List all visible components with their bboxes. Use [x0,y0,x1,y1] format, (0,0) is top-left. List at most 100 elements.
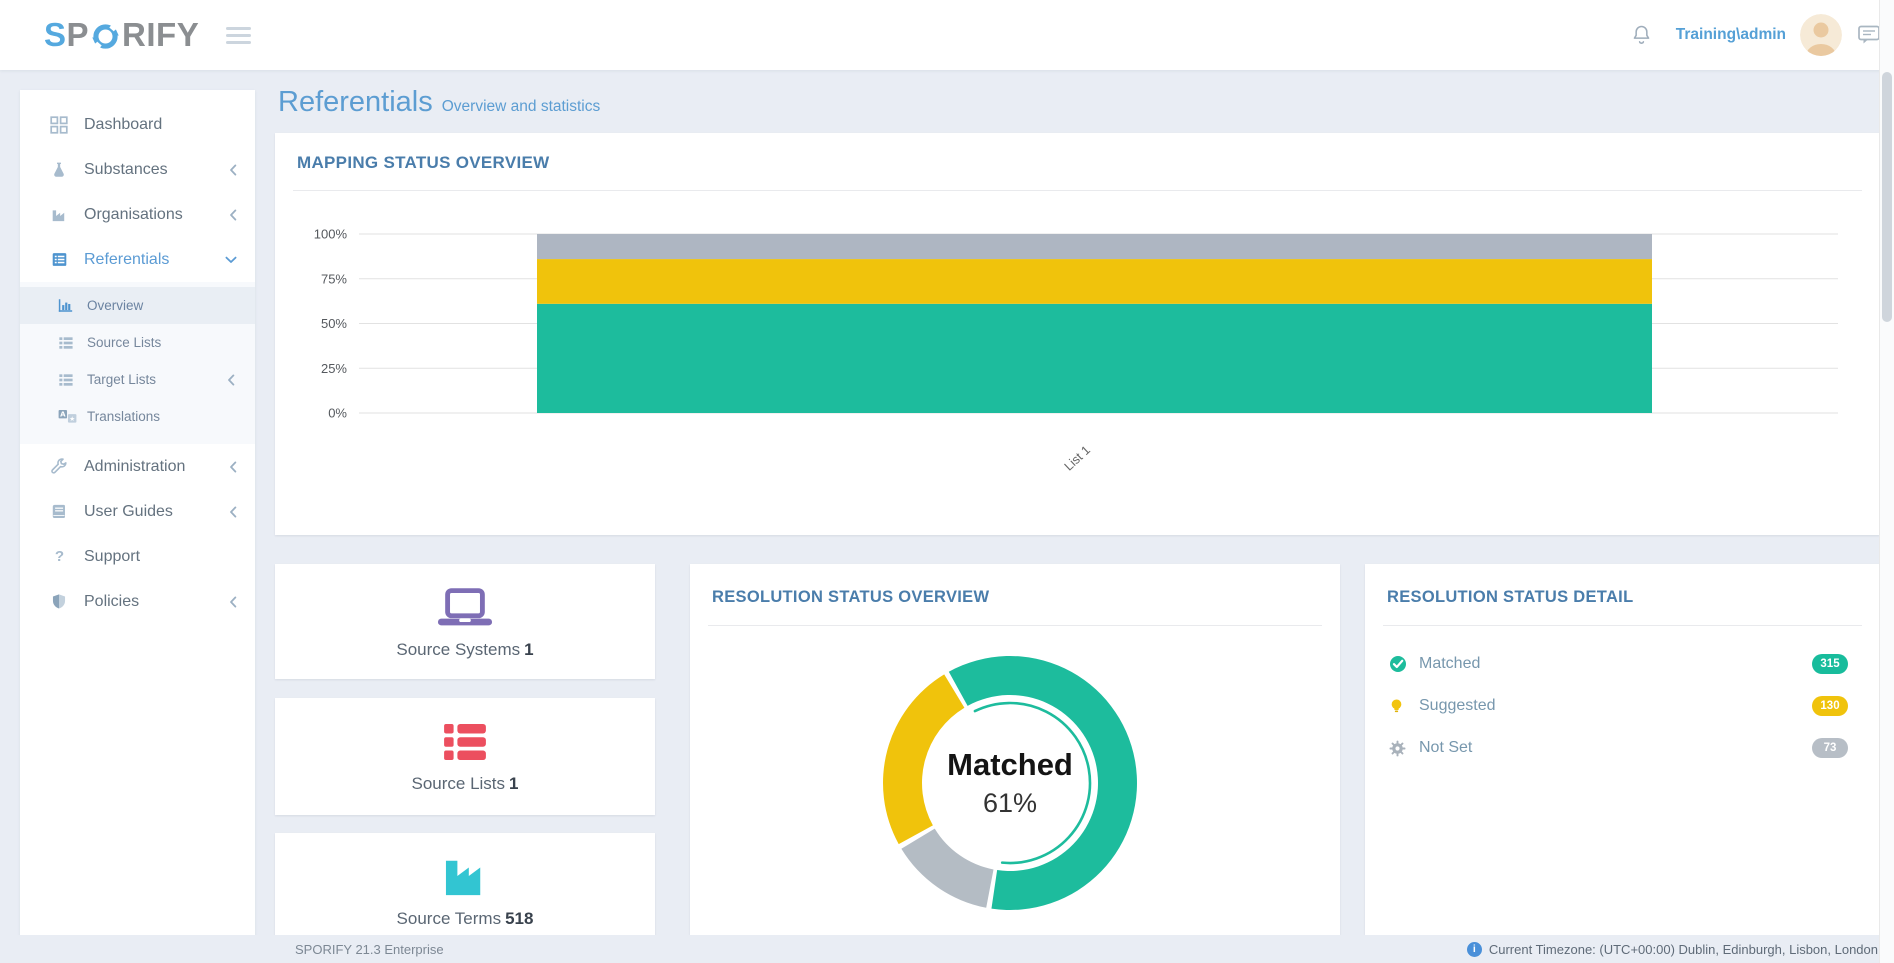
shield-icon [48,593,70,610]
sidebar: Dashboard Substances Organisations Referent… [20,90,255,963]
card-label: Source Lists1 [275,774,655,794]
sidebar-item-translations[interactable]: A★Translations [20,398,255,435]
sidebar-item-organisations[interactable]: Organisations [20,192,255,237]
resolution-detail-title: RESOLUTION STATUS DETAIL [1387,588,1633,607]
svg-text:0%: 0% [328,406,347,421]
sidebar-item-target-lists[interactable]: Target Lists [20,361,255,398]
card-value: 1 [509,774,518,793]
detail-label: Suggested [1419,697,1496,715]
app-version: SPORIFY 21.3 Enterprise [295,942,444,957]
timezone-text: Current Timezone: (UTC+00:00) Dublin, Ed… [1489,942,1878,957]
logo-letters-rify: RIFY [122,16,199,54]
card-source-terms[interactable]: Source Terms518 [275,833,655,945]
bar-segment-suggested [537,259,1652,304]
card-value: 518 [505,909,533,928]
card-label: Source Terms518 [275,909,655,929]
divider [293,190,1862,191]
card-source-lists[interactable]: Source Lists1 [275,698,655,815]
hamburger-menu-icon[interactable] [226,27,251,48]
chevron-left-icon [229,596,237,608]
svg-text:50%: 50% [321,316,347,331]
chevron-left-icon [229,461,237,473]
lightbulb-icon [1389,697,1409,715]
count-badge: 315 [1812,654,1848,674]
card-source-systems[interactable]: Source Systems1 [275,564,655,679]
sidebar-item-label: Policies [84,593,139,611]
laptop-icon [275,585,655,631]
detail-row-not-set[interactable]: Not Set 73 [1389,727,1848,769]
resolution-donut-chart[interactable] [850,623,1170,943]
sidebar-item-support[interactable]: ? Support [20,534,255,579]
sidebar-item-administration[interactable]: Administration [20,444,255,489]
user-menu[interactable]: Training\admin [1676,26,1786,44]
bar-chart-icon [58,298,78,313]
bar-segment-matched [537,304,1652,413]
resolution-overview-panel: RESOLUTION STATUS OVERVIEW Matched 61% [690,564,1340,935]
svg-text:100%: 100% [314,227,348,242]
book-icon [48,504,70,520]
chevron-down-icon [225,256,237,264]
svg-text:A: A [60,410,66,419]
sidebar-item-label: Source Lists [87,335,161,350]
detail-label: Not Set [1419,739,1472,757]
question-icon: ? [48,548,70,565]
count-badge: 130 [1812,696,1848,716]
wrench-icon [48,458,70,476]
factory-icon [48,206,70,223]
sidebar-item-label: Support [84,548,140,566]
card-label: Source Systems1 [275,640,655,660]
bell-icon[interactable] [1631,24,1652,47]
donut-highlight-ring [975,703,1090,863]
list-icon [58,335,78,351]
detail-label: Matched [1419,655,1480,673]
resolution-overview-title: RESOLUTION STATUS OVERVIEW [712,588,989,607]
donut-segment-suggested [883,674,964,844]
sidebar-item-overview[interactable]: Overview [20,287,255,324]
chevron-left-icon [229,506,237,518]
sidebar-submenu: Overview Source Lists Target Lists A★Transl… [20,282,255,444]
app-logo[interactable]: S P RIFY [44,14,199,56]
avatar[interactable] [1800,14,1842,56]
svg-text:★: ★ [69,415,75,423]
refresh-o-icon [90,21,121,52]
sidebar-item-substances[interactable]: Substances [20,147,255,192]
sidebar-item-referentials[interactable]: Referentials [20,237,255,282]
footer: SPORIFY 21.3 Enterprise Current Timezone… [0,935,1894,963]
sidebar-item-label: Target Lists [87,372,156,387]
scrollbar-thumb[interactable] [1882,72,1892,322]
mapping-status-bar-chart[interactable]: 0%25%50%75%100%List 1 [275,193,1880,523]
sidebar-item-label: Referentials [84,251,169,269]
resolution-detail-rows: Matched 315 Suggested 130 Not Set 73 [1389,643,1848,769]
count-badge: 73 [1812,738,1848,758]
donut-chart-wrap: Matched 61% [850,623,1170,943]
sidebar-item-label: Dashboard [84,116,162,134]
mapping-status-panel: MAPPING STATUS OVERVIEW 0%25%50%75%100%L… [275,133,1880,535]
sidebar-item-label: Overview [87,298,143,313]
sidebar-item-label: User Guides [84,503,173,521]
sidebar-item-dashboard[interactable]: Dashboard [20,102,255,147]
detail-row-suggested[interactable]: Suggested 130 [1389,685,1848,727]
sidebar-item-label: Substances [84,161,168,179]
sidebar-item-policies[interactable]: Policies [20,579,255,624]
detail-row-matched[interactable]: Matched 315 [1389,643,1848,685]
flask-icon [48,161,70,178]
chevron-left-icon [229,164,237,176]
bar-segment-not-set [537,234,1652,259]
svg-text:75%: 75% [321,271,347,286]
factory-card-icon [275,854,655,900]
logo-letter-p: P [67,16,90,54]
svg-text:List 1: List 1 [1062,443,1093,474]
resolution-detail-panel: RESOLUTION STATUS DETAIL Matched 315 Sugge… [1365,564,1880,935]
donut-segment-not-set [901,829,993,908]
table-list-icon [48,251,70,268]
scrollbar-track[interactable] [1879,0,1894,963]
page-subtitle: Overview and statistics [442,98,601,116]
list-rows-icon [275,719,655,765]
sidebar-item-user-guides[interactable]: User Guides [20,489,255,534]
chat-icon[interactable] [1858,25,1880,45]
sidebar-item-label: Organisations [84,206,183,224]
svg-text:?: ? [54,548,63,565]
header-actions: Training\admin [1631,0,1880,70]
sidebar-nav: Dashboard Substances Organisations Referent… [20,90,255,624]
sidebar-item-source-lists[interactable]: Source Lists [20,324,255,361]
